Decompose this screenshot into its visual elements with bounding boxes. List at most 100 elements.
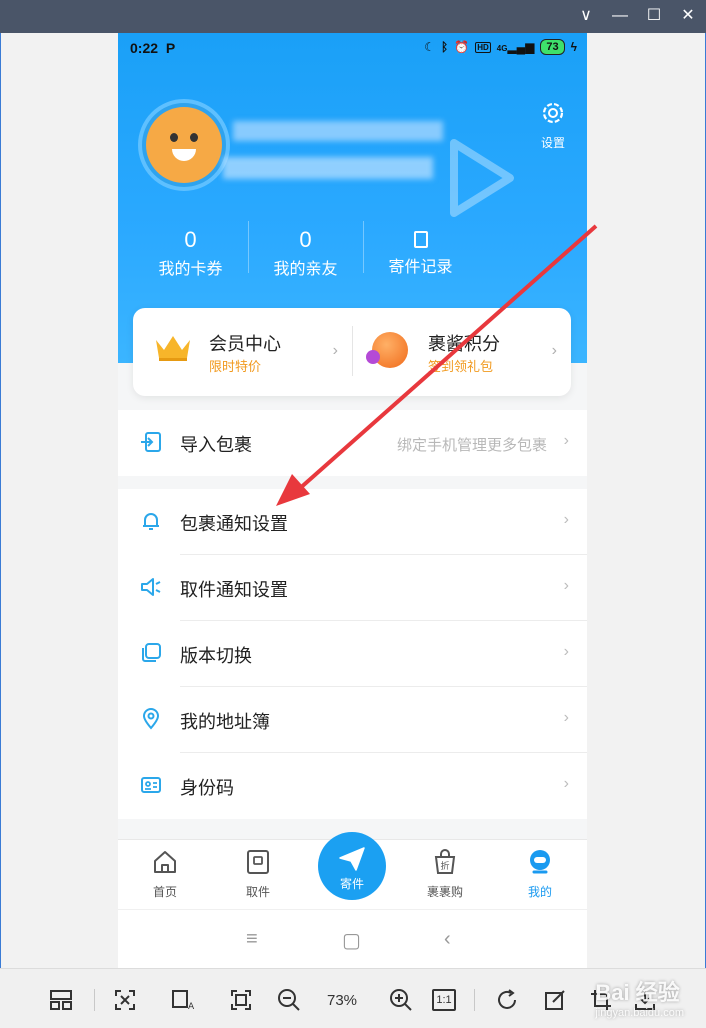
tab-label: 寄件	[339, 877, 364, 891]
status-icons: ☾ ᛒ ⏰ HD 4G▂▄▆ 73 ϟ	[424, 39, 577, 55]
zoom-out-icon[interactable]	[276, 987, 302, 1013]
chevron-right-icon: ›	[563, 775, 569, 792]
hd-icon: HD	[475, 41, 491, 53]
points-entry[interactable]: 裹酱积分 签到领礼包 ›	[352, 308, 571, 396]
location-icon	[142, 708, 160, 730]
avatar[interactable]	[138, 99, 230, 191]
edit-icon[interactable]	[542, 987, 568, 1013]
tab-mine[interactable]: 我的	[505, 848, 575, 900]
bluetooth-icon: ᛒ	[441, 40, 449, 54]
phone-screen: 0:22 P ☾ ᛒ ⏰ HD 4G▂▄▆ 73 ϟ 设置 0 我的卡券 0 我…	[118, 33, 587, 970]
stat-send-records[interactable]: 寄件记录	[363, 213, 478, 283]
speaker-icon	[141, 578, 161, 596]
stats-row: 0 我的卡券 0 我的亲友 寄件记录	[133, 213, 478, 283]
username-blurred	[233, 121, 443, 141]
id-card-icon	[141, 777, 161, 793]
pickup-icon	[247, 850, 269, 874]
minimize-button[interactable]: —	[610, 6, 630, 26]
close-button[interactable]: ✕	[678, 6, 698, 26]
menu-item-label: 包裹通知设置	[180, 514, 288, 534]
tab-send-button[interactable]: 寄件	[318, 832, 386, 900]
stat-coupons[interactable]: 0 我的卡券	[133, 213, 248, 283]
maximize-button[interactable]: ☐	[644, 6, 664, 26]
menu-item-pickup-notify[interactable]: 取件通知设置 ›	[118, 555, 587, 621]
import-icon	[141, 432, 161, 452]
play-decoration-icon	[450, 139, 514, 217]
status-time: 0:22 P	[130, 40, 176, 56]
svg-text:A: A	[188, 1002, 195, 1011]
actual-frame-icon[interactable]	[228, 987, 254, 1013]
stat-value: 0	[299, 227, 312, 252]
menu-item-address-book[interactable]: 我的地址簿 ›	[118, 687, 587, 753]
canvas-border	[0, 33, 1, 968]
chevron-right-icon: ›	[551, 342, 557, 359]
points-subtitle: 签到领礼包	[428, 359, 494, 374]
tab-label: 我的	[527, 885, 552, 899]
gear-icon	[542, 102, 564, 124]
member-card: 会员中心 限时特价 › 裹酱积分 签到领礼包 ›	[133, 308, 571, 396]
back-nav-icon[interactable]: ‹	[444, 928, 451, 951]
baidu-jingyan-watermark: Bai 经验 jingyan.baidu.com	[595, 980, 684, 1019]
import-packages-row[interactable]: 导入包裹 绑定手机管理更多包裹 ›	[118, 410, 587, 476]
settings-menu: 包裹通知设置 › 取件通知设置 › 版本切换 › 我的地址簿 › 身份码 ›	[118, 489, 587, 819]
tab-label: 首页	[152, 885, 177, 899]
tab-pickup[interactable]: 取件	[223, 848, 293, 900]
settings-label: 设置	[540, 136, 565, 150]
tab-home[interactable]: 首页	[130, 848, 200, 900]
signal-icon: 4G▂▄▆	[496, 40, 535, 54]
thumbnail-layout-icon[interactable]	[48, 987, 74, 1013]
bell-icon	[143, 513, 159, 530]
menu-item-label: 版本切换	[180, 646, 252, 666]
copy-icon	[142, 643, 161, 662]
tab-shop[interactable]: 折 裹裹购	[410, 848, 480, 900]
settings-button[interactable]: 设置	[537, 99, 569, 151]
menu-item-label: 我的地址簿	[180, 712, 270, 732]
home-nav-icon[interactable]: ▢	[342, 928, 361, 953]
svg-text:折: 折	[440, 860, 449, 872]
mascot-avatar-image	[146, 107, 222, 183]
stat-label: 寄件记录	[388, 259, 453, 276]
send-icon	[339, 847, 365, 871]
shop-bag-icon: 折	[434, 849, 456, 874]
import-label: 导入包裹	[180, 435, 252, 455]
viewer-toolbar: A 73% 1:1 Bai 经验 jingyan.baidu.com	[0, 968, 706, 1028]
status-bar: 0:22 P ☾ ᛒ ⏰ HD 4G▂▄▆ 73 ϟ	[118, 33, 587, 63]
member-center-entry[interactable]: 会员中心 限时特价 ›	[133, 308, 352, 396]
chevron-right-icon: ›	[563, 577, 569, 594]
member-center-subtitle: 限时特价	[209, 359, 262, 374]
account-blurred	[223, 157, 433, 179]
window-controls: ∨ — ☐ ✕	[576, 6, 698, 26]
chevron-right-icon: ›	[563, 709, 569, 726]
profile-icon	[530, 850, 550, 874]
system-nav-bar: ≡ ▢ ‹	[118, 909, 587, 970]
viewer-titlebar: ∨ — ☐ ✕	[0, 0, 706, 33]
charging-icon: ϟ	[570, 40, 577, 54]
tab-label: 取件	[245, 885, 270, 899]
chevron-right-icon: ›	[563, 643, 569, 660]
menu-item-id-code[interactable]: 身份码 ›	[118, 753, 587, 819]
menu-item-package-notify[interactable]: 包裹通知设置 ›	[118, 489, 587, 555]
document-icon	[413, 231, 428, 248]
moon-icon: ☾	[424, 40, 436, 54]
menu-item-label: 身份码	[180, 778, 234, 798]
stat-value: 0	[184, 227, 197, 252]
zoom-in-icon[interactable]	[388, 987, 414, 1013]
menu-nav-icon[interactable]: ≡	[246, 928, 258, 951]
points-orb-icon	[366, 332, 408, 368]
fit-screen-icon[interactable]	[112, 987, 138, 1013]
member-center-title: 会员中心	[209, 334, 281, 354]
alarm-icon: ⏰	[454, 40, 470, 54]
import-section: 导入包裹 绑定手机管理更多包裹 ›	[118, 410, 587, 476]
zoom-level: 73%	[326, 991, 358, 1009]
menu-item-version-switch[interactable]: 版本切换 ›	[118, 621, 587, 687]
actual-size-button[interactable]: 1:1	[432, 989, 456, 1011]
chevron-right-icon: ›	[332, 342, 338, 359]
collapse-icon[interactable]: ∨	[576, 6, 596, 26]
tab-label: 裹裹购	[426, 885, 463, 899]
menu-item-label: 取件通知设置	[180, 580, 288, 600]
home-icon	[154, 851, 176, 873]
ocr-icon[interactable]: A	[170, 987, 196, 1013]
bottom-tab-bar: 首页 取件 寄件 折 裹裹购 我的	[118, 832, 587, 909]
rotate-icon[interactable]	[494, 987, 520, 1013]
stat-family[interactable]: 0 我的亲友	[248, 213, 363, 283]
